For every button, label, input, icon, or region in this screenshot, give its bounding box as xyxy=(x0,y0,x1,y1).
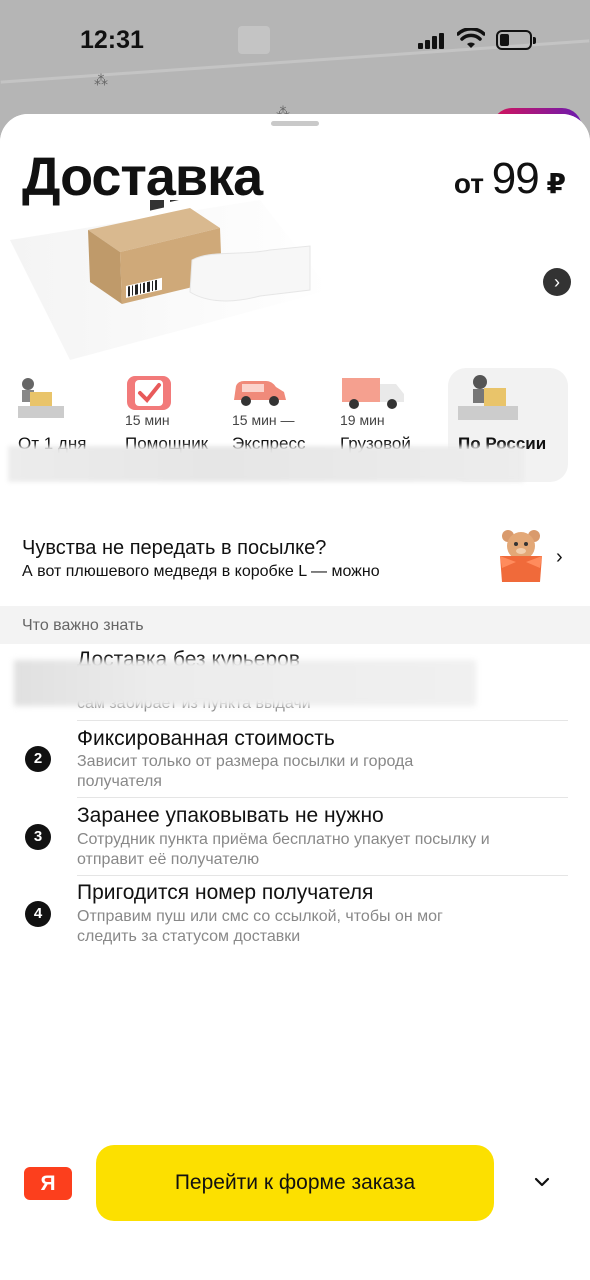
status-time: 12:31 xyxy=(80,26,144,54)
divider xyxy=(77,797,568,798)
info-item-desc: Отправим пуш или смс со ссылкой, чтобы о… xyxy=(77,908,443,945)
checkmark-helper-icon xyxy=(127,376,171,410)
step-number-badge: 4 xyxy=(25,901,51,927)
section-title: Что важно знать xyxy=(22,617,144,634)
next-arrow-button[interactable]: › xyxy=(543,268,571,296)
go-to-order-form-button[interactable]: Перейти к форме заказа xyxy=(96,1145,494,1221)
info-item-title: Заранее упаковывать не нужно xyxy=(77,804,384,827)
wifi-icon xyxy=(457,28,485,48)
info-item-desc: Зависит только от размера посылки и горо… xyxy=(77,753,414,790)
step-number-badge: 2 xyxy=(25,746,51,772)
cellular-signal-icon xyxy=(418,33,448,49)
status-bar: 12:31 xyxy=(0,0,590,80)
blurred-region xyxy=(14,660,476,706)
truck-icon xyxy=(342,378,404,409)
russia-pickup-icon xyxy=(458,375,518,420)
tab-time: 19 мин xyxy=(340,412,385,428)
tab-time: 15 мин xyxy=(125,412,170,428)
battery-icon xyxy=(496,30,536,50)
price-value: 99 xyxy=(491,154,540,203)
page-title: Доставка xyxy=(22,147,263,207)
chevron-down-icon[interactable] xyxy=(533,1173,551,1191)
info-item-desc: Сотрудник пункта приёма бесплатно упакуе… xyxy=(77,831,490,868)
info-item-title: Пригодится номер получателя xyxy=(77,881,374,904)
divider xyxy=(77,875,568,876)
info-item-title: Фиксированная стоимость xyxy=(77,727,335,750)
tab-time: 15 мин — xyxy=(232,412,295,428)
yandex-logo: Я xyxy=(24,1167,72,1200)
teddy-bear-box-icon xyxy=(500,530,542,582)
section-header: Что важно знать xyxy=(0,606,590,644)
chevron-right-icon[interactable]: › xyxy=(556,546,563,569)
pickup-point-icon xyxy=(18,378,64,418)
promo-subtitle: А вот плюшевого медведя в коробке L — мо… xyxy=(22,563,380,580)
divider xyxy=(77,720,568,721)
price-prefix: от xyxy=(453,168,484,199)
price-currency: ₽ xyxy=(546,168,566,199)
parcel-box-illustration xyxy=(10,200,330,360)
sheet-grabber[interactable] xyxy=(271,121,319,126)
blurred-region xyxy=(8,446,524,482)
promo-title: Чувства не передать в посылке? xyxy=(22,537,327,559)
express-car-icon xyxy=(234,381,286,406)
step-number-badge: 3 xyxy=(25,824,51,850)
price-label: от 99 ₽ xyxy=(454,154,566,204)
